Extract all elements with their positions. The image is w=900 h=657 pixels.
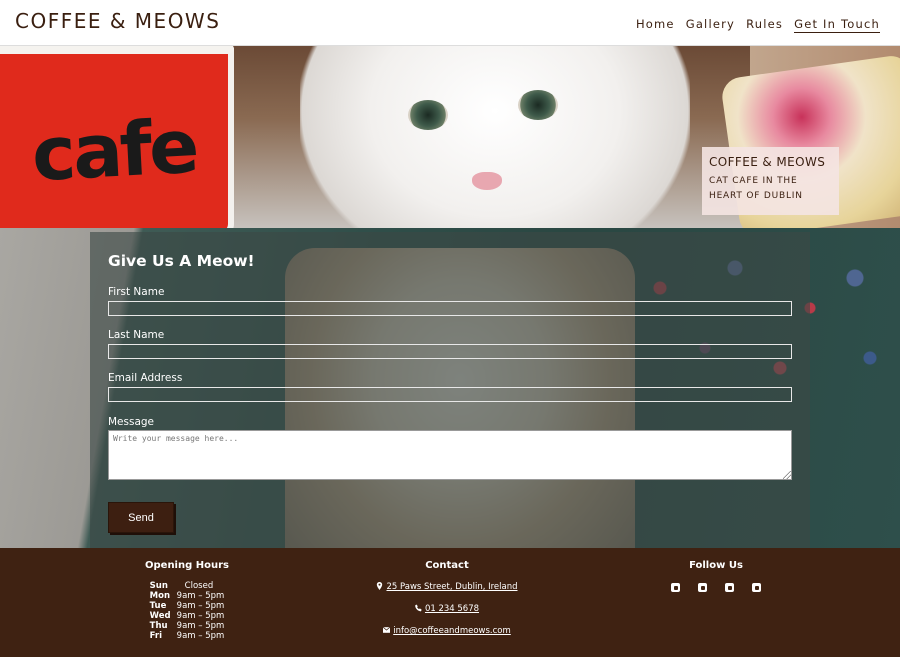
hero-cat-image xyxy=(300,46,690,228)
contact-column: Contact 25 Paws Street, Dublin, Ireland … xyxy=(350,560,544,636)
form-title: Give Us A Meow! xyxy=(108,252,255,270)
main-nav: Home Gallery Rules Get In Touch xyxy=(636,17,880,33)
cup-rim xyxy=(0,46,234,54)
cat-nose xyxy=(472,172,502,190)
hours-list: Sun Closed Mon 9am – 5pm Tue 9am – 5pm Wed 9… xyxy=(150,581,225,641)
phone-icon xyxy=(415,604,422,612)
contact-title: Contact xyxy=(425,560,469,571)
send-button[interactable]: Send xyxy=(108,502,174,533)
textarea-resize-handle[interactable] xyxy=(783,471,791,479)
site-header: COFFEE & MEOWS Home Gallery Rules Get In… xyxy=(0,0,900,46)
hero-card: COFFEE & MEOWS CAT CAFE IN THE HEART OF … xyxy=(702,147,839,215)
hours-time: 9am – 5pm xyxy=(176,601,225,611)
email-label: Email Address xyxy=(108,372,183,384)
youtube-icon[interactable] xyxy=(752,583,761,592)
hours-day: Mon xyxy=(149,591,171,601)
hours-time: 9am – 5pm xyxy=(176,621,225,631)
contact-section: Give Us A Meow! First Name Last Name Ema… xyxy=(0,228,900,548)
contact-form: Give Us A Meow! First Name Last Name Ema… xyxy=(90,232,810,548)
cat-eye-left xyxy=(408,100,448,130)
hours-time: 9am – 5pm xyxy=(176,611,225,621)
hours-time: Closed xyxy=(184,581,214,591)
email-link[interactable]: info@coffeeandmeows.com xyxy=(350,626,544,636)
email-input[interactable] xyxy=(108,387,792,402)
hours-time: 9am – 5pm xyxy=(176,591,225,601)
phone-link[interactable]: 01 234 5678 xyxy=(350,604,544,614)
hours-day: Sun xyxy=(149,581,168,591)
hero-card-title: COFFEE & MEOWS xyxy=(709,155,826,169)
hero-banner: cafe COFFEE & MEOWS CAT CAFE IN THE HEAR… xyxy=(0,46,900,228)
first-name-input[interactable] xyxy=(108,301,792,316)
twitter-icon[interactable] xyxy=(698,583,707,592)
instagram-icon[interactable] xyxy=(725,583,734,592)
address-text: 25 Paws Street, Dublin, Ireland xyxy=(386,582,518,592)
phone-text: 01 234 5678 xyxy=(424,604,480,614)
site-footer: Opening Hours Sun Closed Mon 9am – 5pm Tue… xyxy=(0,548,900,657)
map-marker-icon xyxy=(377,582,383,590)
hours-row: Wed 9am – 5pm xyxy=(150,611,225,621)
facebook-icon[interactable] xyxy=(671,583,680,592)
hours-day: Wed xyxy=(149,611,171,621)
nav-rules[interactable]: Rules xyxy=(746,17,783,33)
address-link[interactable]: 25 Paws Street, Dublin, Ireland xyxy=(350,582,544,592)
follow-column: Follow Us xyxy=(666,560,766,592)
opening-hours-title: Opening Hours xyxy=(145,560,229,571)
social-links xyxy=(666,583,766,592)
hero-cup-image: cafe xyxy=(0,46,234,228)
hours-row: Tue 9am – 5pm xyxy=(150,601,225,611)
hero-card-subtitle: CAT CAFE IN THE HEART OF DUBLIN xyxy=(709,176,803,201)
hours-time: 9am – 5pm xyxy=(176,631,225,641)
nav-gallery[interactable]: Gallery xyxy=(686,17,735,33)
hours-row: Fri 9am – 5pm xyxy=(150,631,225,641)
nav-home[interactable]: Home xyxy=(636,17,675,33)
last-name-input[interactable] xyxy=(108,344,792,359)
brand-logo[interactable]: COFFEE & MEOWS xyxy=(15,9,220,33)
hours-day: Fri xyxy=(149,631,163,641)
nav-get-in-touch[interactable]: Get In Touch xyxy=(794,17,880,33)
email-text: info@coffeeandmeows.com xyxy=(393,626,511,636)
hours-row: Thu 9am – 5pm xyxy=(150,621,225,631)
follow-title: Follow Us xyxy=(689,560,743,571)
hours-day: Tue xyxy=(149,601,167,611)
hours-day: Thu xyxy=(149,621,168,631)
hours-row: Mon 9am – 5pm xyxy=(150,591,225,601)
first-name-label: First Name xyxy=(108,286,165,298)
message-textarea[interactable] xyxy=(108,430,792,480)
envelope-icon xyxy=(383,626,391,633)
message-label: Message xyxy=(108,416,155,428)
opening-hours-column: Opening Hours Sun Closed Mon 9am – 5pm Tue… xyxy=(137,560,237,643)
hours-row: Sun Closed xyxy=(150,581,225,591)
cat-eye-right xyxy=(518,90,558,120)
last-name-label: Last Name xyxy=(108,329,165,341)
cup-logo: cafe xyxy=(29,103,199,199)
